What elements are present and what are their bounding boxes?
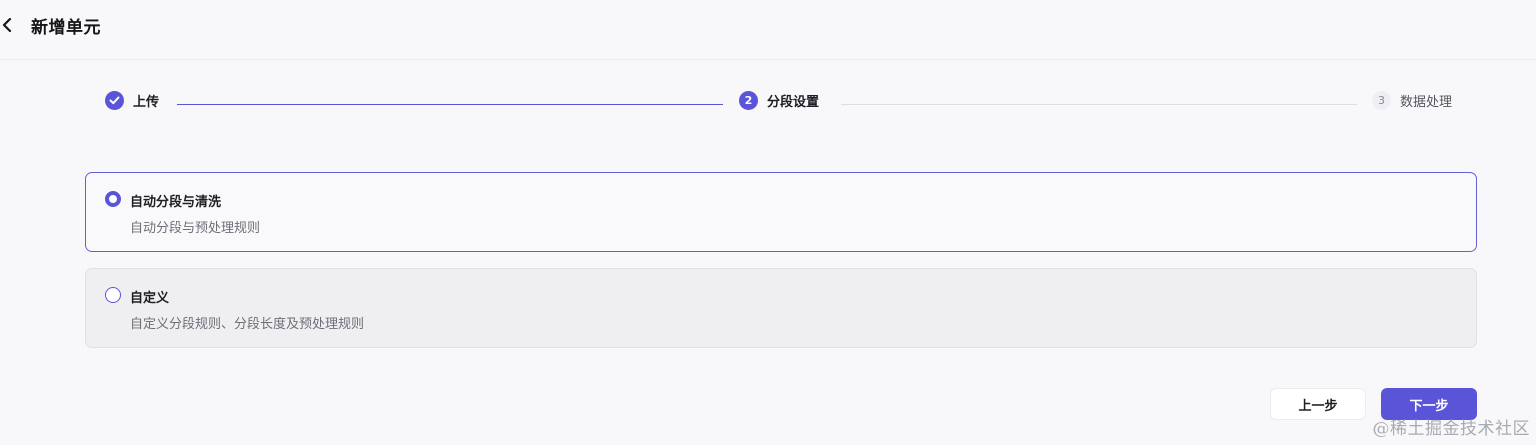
step-number: 3 [1372,91,1391,110]
step-segment-settings: 2 分段设置 [739,91,819,110]
option-auto-segment[interactable]: 自动分段与清洗 自动分段与预处理规则 [85,172,1477,252]
chevron-left-icon [2,18,12,32]
watermark: @稀土掘金技术社区 [1372,419,1530,439]
step-label: 上传 [133,95,160,110]
step-data-processing: 3 数据处理 [1372,91,1452,110]
radio-button-checked[interactable] [105,191,121,207]
option-title: 自动分段与清洗 [130,195,222,210]
step-number: 2 [739,91,758,110]
step-connector-done [177,104,723,105]
page-title: 新增单元 [31,18,101,38]
stepper: 上传 2 分段设置 3 数据处理 [0,88,1536,118]
page: 新增单元 上传 2 分段设置 3 数据处理 自动分段与清洗 自动分段与预处理规则… [0,0,1536,445]
back-button[interactable] [0,14,18,36]
step-label: 分段设置 [767,95,820,110]
option-description: 自动分段与预处理规则 [130,221,261,236]
option-custom[interactable]: 自定义 自定义分段规则、分段长度及预处理规则 [85,268,1477,348]
previous-step-button[interactable]: 上一步 [1270,388,1366,420]
header: 新增单元 [0,0,1536,60]
step-label: 数据处理 [1400,95,1453,110]
step-upload: 上传 [105,91,159,110]
radio-button-unchecked[interactable] [105,287,121,303]
step-connector-pending [841,104,1357,105]
option-title: 自定义 [130,291,170,306]
option-description: 自定义分段规则、分段长度及预处理规则 [130,317,365,332]
check-circle-icon [105,91,124,110]
